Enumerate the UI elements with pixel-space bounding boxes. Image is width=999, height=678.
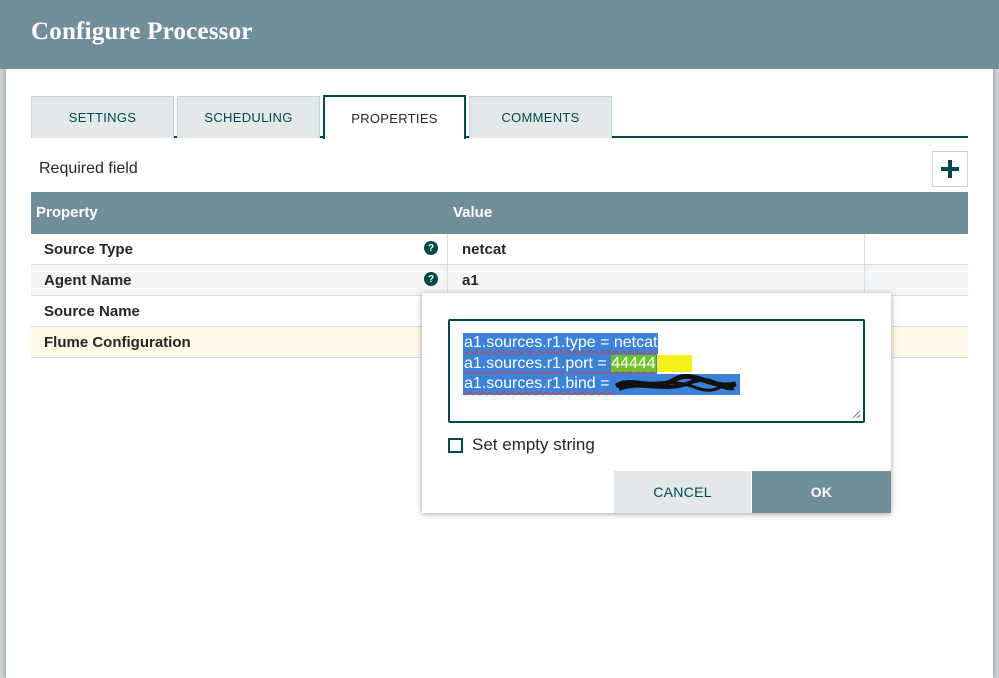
resize-grip-icon[interactable] bbox=[851, 409, 861, 419]
editor-line-text: a1.sources.r1.port = bbox=[464, 354, 612, 372]
value-textarea[interactable]: a1.sources.r1.type = netcat a1.sources.r… bbox=[448, 319, 865, 423]
empty-string-label: Set empty string bbox=[472, 435, 595, 454]
tab-properties[interactable]: PROPERTIES bbox=[323, 95, 466, 139]
yellow-highlight bbox=[656, 354, 693, 372]
table-row[interactable]: Source Type ? netcat bbox=[31, 234, 968, 265]
value-editor-popup: a1.sources.r1.type = netcat a1.sources.r… bbox=[422, 293, 891, 513]
property-name: Source Name bbox=[44, 303, 140, 320]
dialog-title: Configure Processor bbox=[31, 18, 253, 45]
table-row[interactable]: Agent Name ? a1 bbox=[31, 265, 968, 296]
cancel-button[interactable]: CANCEL bbox=[614, 471, 751, 513]
column-header-property[interactable]: Property bbox=[36, 204, 98, 221]
editor-line: a1.sources.r1.bind = bbox=[463, 374, 740, 395]
editor-line-text: a1.sources.r1.bind = bbox=[464, 375, 614, 393]
configure-processor-dialog: Configure Processor SETTINGS SCHEDULING … bbox=[0, 0, 999, 678]
dialog-header: Configure Processor bbox=[0, 0, 999, 69]
port-value-highlight: 44444 bbox=[611, 354, 656, 372]
ok-button[interactable]: OK bbox=[752, 471, 891, 513]
tab-comments[interactable]: COMMENTS bbox=[469, 96, 612, 138]
editor-line: a1.sources.r1.type = netcat bbox=[463, 333, 659, 354]
editor-line: a1.sources.r1.port = 44444 bbox=[463, 353, 657, 374]
property-name: Flume Configuration bbox=[44, 334, 191, 351]
property-name: Source Type bbox=[44, 241, 133, 258]
property-value[interactable]: a1 bbox=[462, 272, 479, 289]
column-header-value[interactable]: Value bbox=[453, 204, 492, 221]
table-header: Property Value bbox=[31, 192, 968, 234]
empty-string-checkbox[interactable] bbox=[448, 437, 463, 453]
property-name: Agent Name bbox=[44, 272, 132, 289]
column-divider bbox=[864, 234, 865, 265]
required-field-label: Required field bbox=[39, 160, 138, 177]
tab-settings[interactable]: SETTINGS bbox=[31, 96, 174, 138]
column-divider bbox=[864, 265, 865, 296]
add-property-button[interactable] bbox=[932, 151, 968, 187]
column-divider bbox=[447, 265, 448, 296]
backdrop-edge-right bbox=[993, 40, 999, 678]
plus-icon bbox=[941, 160, 959, 178]
tab-bar: SETTINGS SCHEDULING PROPERTIES COMMENTS bbox=[31, 95, 968, 139]
property-value[interactable]: netcat bbox=[462, 241, 506, 258]
set-empty-string-option[interactable]: Set empty string bbox=[448, 435, 595, 455]
help-icon[interactable]: ? bbox=[424, 272, 438, 286]
help-icon[interactable]: ? bbox=[424, 241, 438, 255]
column-divider bbox=[447, 234, 448, 265]
tab-scheduling[interactable]: SCHEDULING bbox=[177, 96, 320, 138]
redaction-scribble bbox=[614, 374, 737, 392]
